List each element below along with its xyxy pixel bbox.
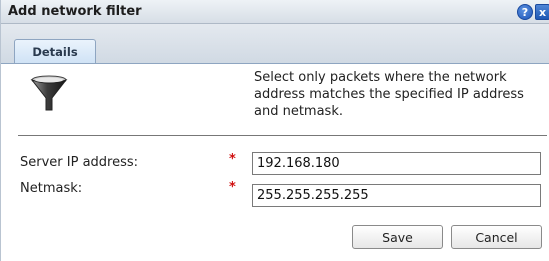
funnel-icon xyxy=(30,75,68,111)
server-ip-required-mark: * xyxy=(229,152,236,167)
tab-details[interactable]: Details xyxy=(14,39,96,64)
tab-content-border xyxy=(1,63,549,64)
separator xyxy=(18,135,547,136)
help-icon[interactable]: ? xyxy=(517,4,533,20)
tab-strip: Details xyxy=(1,24,549,64)
save-button[interactable]: Save xyxy=(352,225,443,249)
dialog-title: Add network filter xyxy=(8,4,142,19)
netmask-input[interactable] xyxy=(252,184,541,207)
server-ip-input[interactable] xyxy=(252,152,541,175)
cancel-button[interactable]: Cancel xyxy=(451,225,542,249)
netmask-label: Netmask: xyxy=(20,181,83,196)
title-bar: Add network filter ? x xyxy=(1,0,549,24)
close-icon[interactable]: x xyxy=(535,4,549,20)
filter-description: Select only packets where the network ad… xyxy=(254,70,524,119)
server-ip-label: Server IP address: xyxy=(20,155,139,170)
netmask-required-mark: * xyxy=(229,180,236,195)
add-network-filter-dialog: Add network filter ? x Details Select on… xyxy=(0,0,549,261)
